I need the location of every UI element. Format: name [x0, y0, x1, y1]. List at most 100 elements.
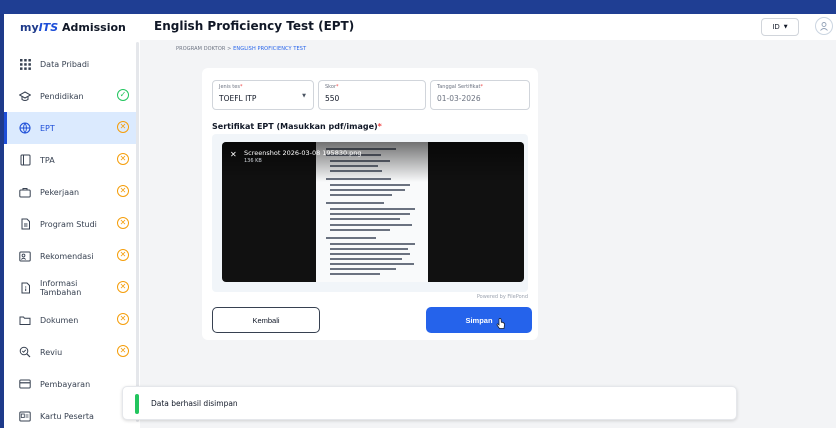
- document-text-line: [330, 229, 390, 231]
- sidebar-item-label: Pendidikan: [40, 91, 84, 101]
- check-circle-icon: ✓: [117, 89, 129, 101]
- file-name: Screenshot 2026-03-08 195830.png: [244, 149, 362, 157]
- topbar: English Proficiency Test (EPT) ID ▼: [140, 14, 836, 40]
- file-upload-area[interactable]: ✕ Screenshot 2026-03-08 195830.png 136 K…: [212, 134, 528, 292]
- document-text-line: [330, 218, 400, 220]
- test-type-label: Jenis tes*: [219, 84, 242, 90]
- score-label-text: Skor: [325, 84, 337, 90]
- sidebar-item-pembayaran[interactable]: Pembayaran: [4, 368, 136, 400]
- id-card-icon: [18, 409, 32, 423]
- back-button[interactable]: Kembali: [212, 307, 320, 333]
- language-selector[interactable]: ID ▼: [761, 18, 799, 36]
- brand-my: my: [20, 21, 39, 34]
- document-text-line: [330, 184, 410, 186]
- sidebar-nav: Data Pribadi Pendidikan ✓ EPT ✕ TPA ✕ Pekerjaan…: [4, 48, 136, 428]
- document-text-line: [330, 263, 414, 265]
- sidebar-item-tpa[interactable]: TPA ✕: [4, 144, 136, 176]
- sidebar: myITS Admission Data Pribadi Pendidikan ✓ E…: [4, 14, 140, 428]
- document-text-line: [330, 253, 410, 255]
- browser-frame: [0, 0, 836, 14]
- toast-message: Data berhasil disimpan: [151, 399, 238, 408]
- sidebar-item-label: Dokumen: [40, 315, 79, 325]
- certificate-date-label: Tanggal Sertifikat*: [437, 84, 483, 90]
- chevron-down-icon: ▼: [302, 93, 306, 99]
- certificate-date-label-text: Tanggal Sertifikat: [437, 84, 481, 90]
- document-text-line: [330, 243, 415, 245]
- document-text-line: [326, 202, 384, 204]
- save-button[interactable]: Simpan: [426, 307, 532, 333]
- document-text-line: [330, 189, 405, 191]
- toast-notification: Data berhasil disimpan: [122, 386, 737, 420]
- document-text-line: [330, 273, 380, 275]
- x-circle-icon: ✕: [117, 153, 129, 165]
- document-text-line: [326, 237, 376, 239]
- test-type-select[interactable]: Jenis tes* TOEFL ITP ▼: [212, 80, 314, 110]
- sidebar-item-label: Data Pribadi: [40, 59, 90, 69]
- test-type-value: TOEFL ITP: [219, 94, 257, 103]
- powered-by-link[interactable]: Powered by FilePond: [477, 294, 528, 300]
- brand-admission: Admission: [62, 21, 126, 34]
- sidebar-item-dokumen[interactable]: Dokumen ✕: [4, 304, 136, 336]
- language-label: ID: [772, 23, 780, 31]
- x-circle-icon: ✕: [117, 121, 129, 133]
- x-circle-icon: ✕: [117, 217, 129, 229]
- book-icon: [18, 153, 32, 167]
- document-icon: [18, 217, 32, 231]
- sidebar-item-program-studi[interactable]: Program Studi ✕: [4, 208, 136, 240]
- document-text-line: [330, 208, 415, 210]
- document-text-line: [330, 258, 402, 260]
- sidebar-item-kartu-peserta[interactable]: Kartu Peserta: [4, 400, 136, 428]
- sidebar-item-pendidikan[interactable]: Pendidikan ✓: [4, 80, 136, 112]
- sidebar-item-pekerjaan[interactable]: Pekerjaan ✕: [4, 176, 136, 208]
- breadcrumb-parent[interactable]: PROGRAM DOKTOR: [176, 46, 225, 52]
- certificate-date-input[interactable]: Tanggal Sertifikat* 01-03-2026: [430, 80, 530, 110]
- sidebar-item-data-pribadi[interactable]: Data Pribadi: [4, 48, 136, 80]
- sidebar-item-label: Pekerjaan: [40, 187, 80, 197]
- document-text-line: [330, 213, 410, 215]
- required-mark: *: [377, 122, 382, 131]
- test-type-label-text: Jenis tes: [219, 84, 240, 90]
- file-preview: ✕ Screenshot 2026-03-08 195830.png 136 K…: [222, 142, 524, 282]
- required-mark: *: [239, 84, 243, 90]
- main-content: PROGRAM DOKTOR > ENGLISH PROFICIENCY TES…: [140, 40, 836, 428]
- avatar[interactable]: [815, 17, 833, 35]
- x-circle-icon: ✕: [117, 313, 129, 325]
- sidebar-item-informasi-tambahan[interactable]: Informasi Tambahan ✕: [4, 272, 136, 304]
- x-circle-icon: ✕: [117, 185, 129, 197]
- user-icon: [820, 22, 828, 31]
- score-input[interactable]: Skor* 550: [318, 80, 426, 110]
- credit-card-icon: [18, 377, 32, 391]
- breadcrumb-separator: >: [227, 46, 232, 52]
- toast-success-indicator: [135, 394, 139, 414]
- sidebar-item-rekomendasi[interactable]: Rekomendasi ✕: [4, 240, 136, 272]
- x-circle-icon: ✕: [117, 345, 129, 357]
- preview-overlay: [222, 142, 524, 182]
- certificate-section-text: Sertifikat EPT (Masukkan pdf/image): [212, 122, 378, 131]
- briefcase-icon: [18, 185, 32, 199]
- graduation-cap-icon: [18, 89, 32, 103]
- sidebar-item-reviu[interactable]: Reviu ✕: [4, 336, 136, 368]
- breadcrumb: PROGRAM DOKTOR > ENGLISH PROFICIENCY TES…: [176, 46, 306, 52]
- document-text-line: [330, 194, 392, 196]
- page-title: English Proficiency Test (EPT): [154, 19, 355, 33]
- ept-form-card: Jenis tes* TOEFL ITP ▼ Skor* 550 Tanggal…: [202, 68, 538, 340]
- sidebar-item-label: Program Studi: [40, 219, 97, 229]
- certificate-date-value: 01-03-2026: [437, 94, 481, 103]
- sidebar-item-label: Informasi Tambahan: [40, 279, 82, 297]
- breadcrumb-current: ENGLISH PROFICIENCY TEST: [233, 46, 307, 52]
- sidebar-item-label: Reviu: [40, 347, 63, 357]
- document-text-line: [330, 268, 396, 270]
- x-circle-icon: ✕: [117, 249, 129, 261]
- score-label: Skor*: [325, 84, 339, 90]
- close-icon[interactable]: ✕: [230, 150, 237, 159]
- required-mark: *: [336, 84, 339, 90]
- sidebar-item-ept[interactable]: EPT ✕: [4, 112, 136, 144]
- sidebar-scrollbar[interactable]: [136, 42, 139, 422]
- brand-logo[interactable]: myITS Admission: [20, 21, 126, 34]
- info-document-icon: [18, 281, 32, 295]
- contact-card-icon: [18, 249, 32, 263]
- score-value: 550: [325, 94, 340, 103]
- app-window: myITS Admission Data Pribadi Pendidikan ✓ E…: [4, 14, 836, 428]
- globe-icon: [18, 121, 32, 135]
- grid-icon: [18, 57, 32, 71]
